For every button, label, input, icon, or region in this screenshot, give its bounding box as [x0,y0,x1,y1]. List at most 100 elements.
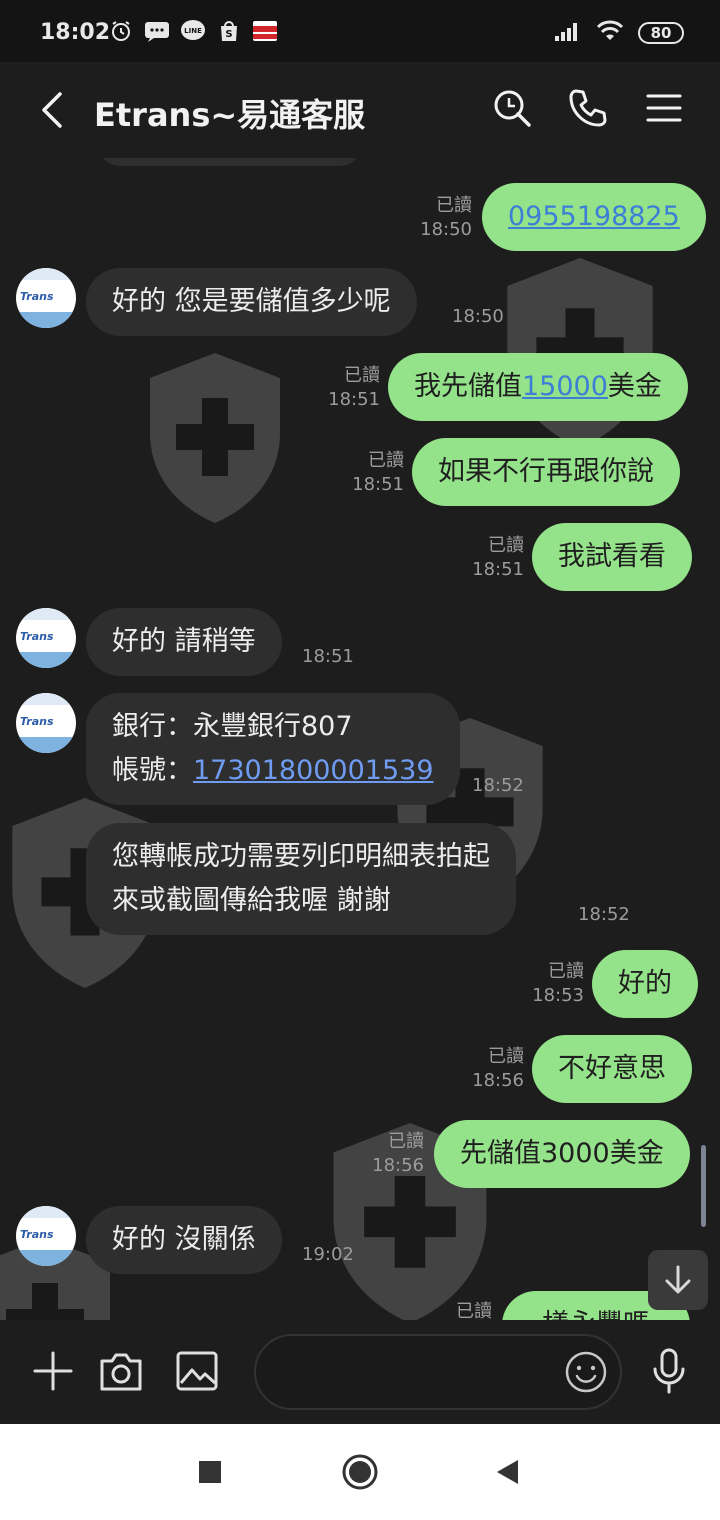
chat-title: Etrans~易通客服 [94,96,366,134]
avatar[interactable]: Trans [16,608,76,668]
emoji-icon [565,1351,607,1393]
read-receipt: 已讀 [344,365,380,386]
system-status: 80 [554,20,684,46]
call-button[interactable] [566,86,610,130]
message-time: 18:50 [452,306,504,327]
message-bubble[interactable]: 銀行：永豐銀行807 帳號：17301800001539 [86,693,460,805]
message-text: 銀行：永豐銀行807 [112,711,353,742]
message-text: 先儲值3000美金 [460,1138,664,1169]
message-text: 我試看看 [558,541,666,572]
scroll-indicator[interactable] [701,1145,706,1227]
avatar[interactable]: Trans [16,693,76,753]
svg-text:S: S [225,29,232,40]
scroll-to-bottom-button[interactable] [648,1250,708,1310]
costco-icon [252,18,278,44]
message-input-bar [0,1320,720,1424]
arrow-down-icon [665,1265,691,1294]
line-icon: LINE [180,18,206,44]
chat-header: Etrans~易通客服 [0,62,720,158]
message-text: 樣永豐嗎 [542,1309,650,1320]
read-receipt: 已讀 [548,961,584,982]
message-bubble[interactable]: 先儲值3000美金 [434,1120,690,1188]
message-bubble[interactable]: 0955198825 [482,183,706,251]
voice-button[interactable] [644,1346,694,1396]
message-text: 我先儲值 [414,371,522,402]
account-number-link[interactable]: 17301800001539 [193,755,434,786]
sms-icon [144,18,170,44]
message-bubble[interactable]: 好的 您是要儲值多少呢 [86,268,417,336]
message-bubble[interactable]: 好的 [592,950,698,1018]
avatar-logo: Trans [20,290,54,303]
message-text: 好的 沒關係 [112,1224,256,1255]
message-time: 18:50 [420,219,472,240]
search-icon [494,90,531,127]
message-time: 18:56 [372,1155,424,1176]
image-icon [176,1351,218,1391]
number-link[interactable]: 15000 [522,371,608,402]
message-meta: 已讀 18:56 [362,1130,424,1178]
message-time: 18:51 [472,559,524,580]
message-bubble[interactable]: 您轉帳成功需要列印明細表拍起 來或截圖傳給我喔 謝謝 [86,823,516,935]
message-bubble[interactable]: 好的 沒關係 [86,1206,282,1274]
read-receipt: 已讀 [368,450,404,471]
chevron-left-icon [42,92,62,128]
avatar[interactable]: Trans [16,268,76,328]
read-receipt: 已讀 [488,535,524,556]
back-nav-button[interactable] [486,1450,530,1494]
status-time: 18:02 [40,20,111,45]
message-bubble[interactable]: 不好意思 [532,1035,692,1103]
message-text: 您轉帳成功需要列印明細表拍起 [112,841,490,872]
message-time: 18:51 [302,646,354,667]
gallery-button[interactable] [172,1346,222,1396]
plus-icon [33,1351,73,1391]
message-bubble[interactable]: 如果不行再跟你說 [412,438,680,506]
emoji-button[interactable] [564,1350,608,1394]
read-receipt: 已讀 [456,1301,492,1320]
system-navigation-bar [0,1424,720,1520]
status-bar: 18:02 LINE S 80 [0,0,720,62]
add-button[interactable] [28,1346,78,1396]
signal-icon [554,20,582,46]
message-time: 18:51 [352,474,404,495]
shopee-icon: S [216,18,242,44]
alarm-icon [108,18,134,44]
message-bubble[interactable]: 好的 請稍等 [86,608,282,676]
message-time: 18:52 [578,904,630,925]
message-meta: 已讀 18:51 [318,364,380,412]
phone-icon [569,89,607,127]
wifi-icon [596,20,624,46]
menu-button[interactable] [642,86,686,130]
message-text: 好的 您是要儲值多少呢 [112,286,391,317]
message-text: 帳號： [112,755,193,786]
message-text: 美金 [607,371,662,402]
triangle-back-icon [497,1460,518,1484]
square-icon [199,1461,221,1483]
message-text: 不好意思 [558,1053,666,1084]
message-bubble[interactable]: 我先儲值15000美金 [388,353,688,421]
message-meta: 已讀 18:53 [522,960,584,1008]
chat-messages[interactable]: 已讀 18:50 0955198825 Trans 好的 您是要儲值多少呢 18… [0,158,720,1320]
phone-link[interactable]: 0955198825 [508,201,680,232]
message-meta: 已讀 18:50 [410,194,472,242]
shield-watermark-icon [150,353,280,523]
message-time: 19:02 [302,1244,354,1265]
home-button[interactable] [338,1450,382,1494]
message-meta: 已讀 18:51 [342,449,404,497]
message-time: 18:51 [328,389,380,410]
camera-button[interactable] [96,1346,146,1396]
message-text: 如果不行再跟你說 [438,456,654,487]
svg-text:LINE: LINE [184,27,202,35]
message-text: 好的 請稍等 [112,626,256,657]
avatar-logo: Trans [20,630,54,643]
recents-button[interactable] [188,1450,232,1494]
back-button[interactable] [34,86,74,134]
avatar[interactable]: Trans [16,1206,76,1266]
microphone-icon [653,1348,685,1394]
message-bubble[interactable]: 我試看看 [532,523,692,591]
notification-icons: LINE S [108,18,278,44]
message-meta: 已讀 [440,1300,492,1320]
read-receipt: 已讀 [436,195,472,216]
message-text: 好的 [618,968,672,999]
hamburger-icon [646,94,682,122]
search-button[interactable] [490,86,534,130]
